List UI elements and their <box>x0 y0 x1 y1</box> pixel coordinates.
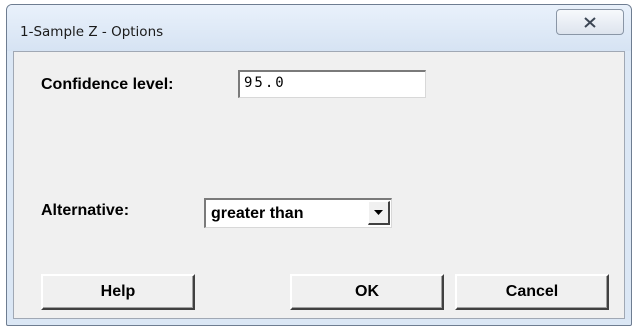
dialog-body: Confidence level: 95.0 Alternative: grea… <box>13 51 625 319</box>
close-button[interactable] <box>556 9 624 35</box>
alternative-select[interactable]: greater than <box>204 198 392 228</box>
ok-button[interactable]: OK <box>290 274 444 310</box>
alternative-dropdown-button[interactable] <box>368 201 390 225</box>
alternative-label: Alternative: <box>41 202 130 219</box>
cancel-button[interactable]: Cancel <box>455 274 609 310</box>
close-icon <box>584 17 596 28</box>
alternative-selected-value: greater than <box>211 205 304 222</box>
confidence-level-label: Confidence level: <box>41 76 174 93</box>
help-button[interactable]: Help <box>41 274 195 310</box>
options-dialog: 1-Sample Z - Options Confidence level: 9… <box>6 4 632 326</box>
chevron-down-icon <box>374 210 383 215</box>
title-bar[interactable]: 1-Sample Z - Options <box>7 5 631 51</box>
window-title: 1-Sample Z - Options <box>20 24 164 40</box>
confidence-level-input[interactable]: 95.0 <box>238 70 426 98</box>
